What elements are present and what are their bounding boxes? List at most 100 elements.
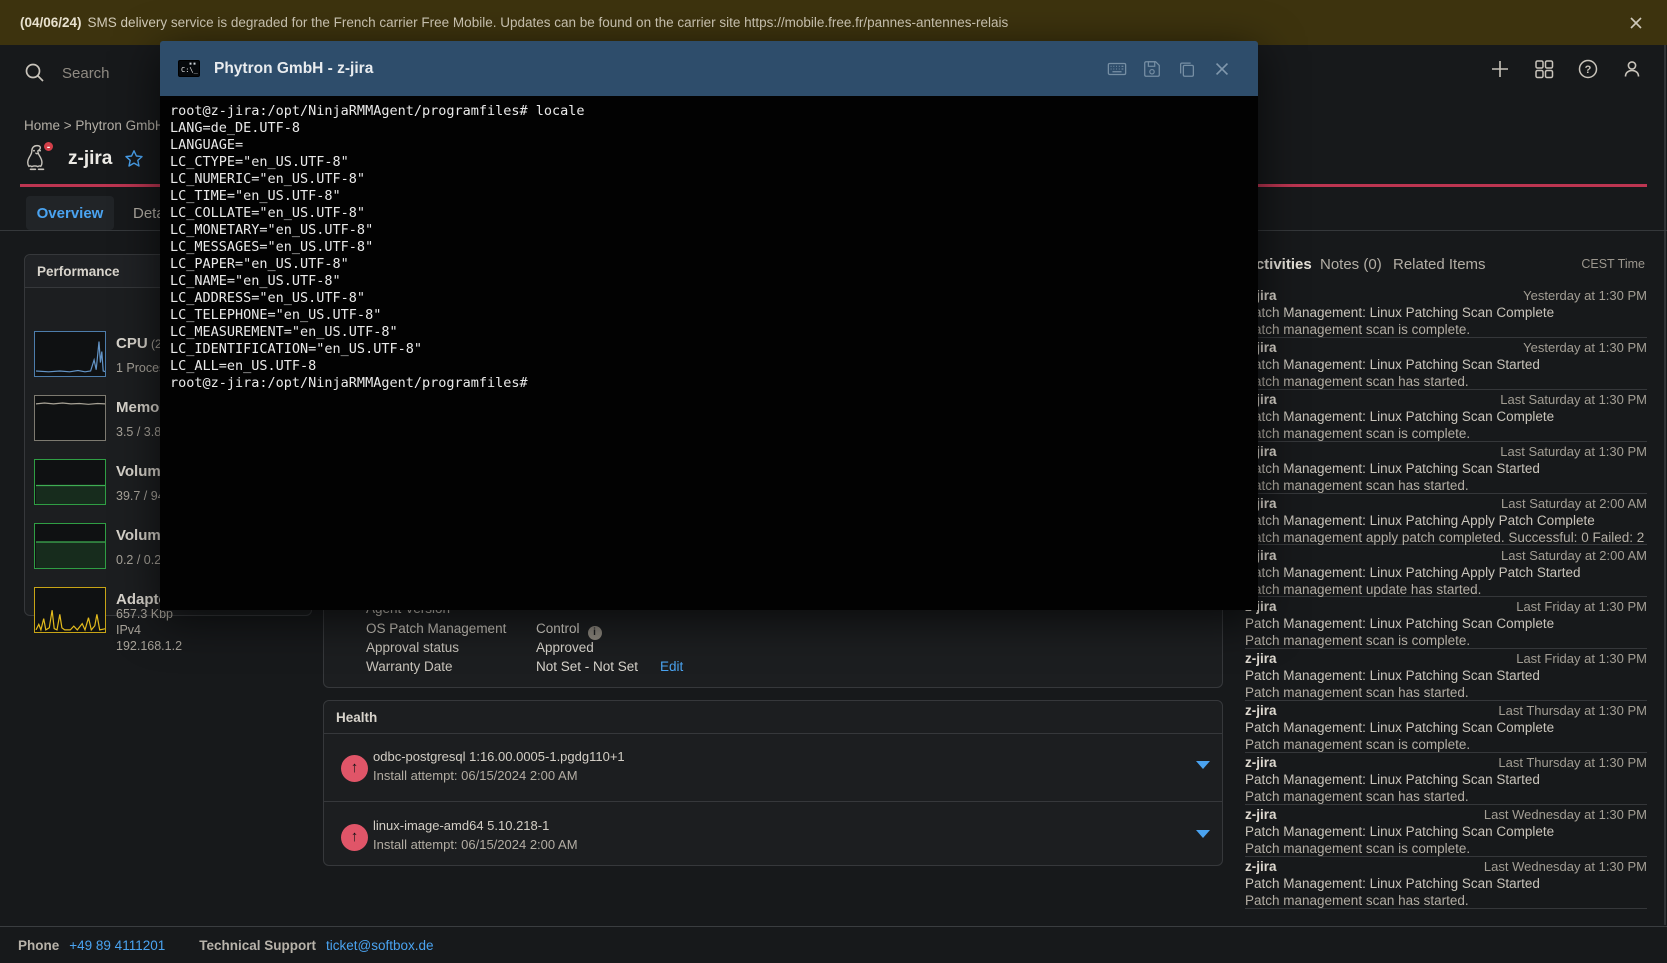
tab-related-items[interactable]: Related Items [1393,256,1486,273]
favorite-star-icon[interactable] [124,149,144,169]
activity-device-name: z-jira [1245,807,1277,822]
activity-entry: z-jiraLast Wednesday at 1:30 PMPatch Man… [1245,857,1647,909]
activity-timestamp: Last Thursday at 1:30 PM [1498,703,1647,718]
activity-entry-header: z-jiraLast Saturday at 1:30 PM [1245,444,1647,459]
activity-timestamp: Last Thursday at 1:30 PM [1498,755,1647,770]
activity-description: Patch management scan has started. [1245,685,1469,700]
search-input[interactable]: Search [24,60,110,86]
support-label: Technical Support [199,938,316,953]
terminal-title: Phytron GmbH - z-jira [214,60,373,78]
detail-value: Not Set - Not Set [536,659,638,674]
activity-device-name: z-jira [1245,703,1277,718]
activity-title: Patch Management: Linux Patching Apply P… [1245,565,1580,580]
detail-label: Approval status [366,640,536,655]
health-panel: Health ↑odbc-postgresql 1:16.00.0005-1.p… [323,700,1223,866]
activity-entry-header: z-jiraLast Saturday at 2:00 AM [1245,496,1647,511]
device-status-badge-icon: - [42,140,55,153]
activity-timestamp: Last Saturday at 2:00 AM [1501,496,1647,511]
activity-entry-header: z-jira Last Thursday at 1:30 PM [1245,703,1647,718]
apps-grid-icon[interactable] [1533,58,1555,80]
detail-value: Control [536,621,580,636]
activity-entry-header: z-jiraYesterday at 1:30 PM [1245,340,1647,355]
add-icon[interactable] [1489,58,1511,80]
save-icon[interactable] [1142,59,1162,79]
adapter-sparkline-chart [34,587,106,633]
activity-device-name: z-jira [1245,859,1277,874]
detail-value: Approved [536,640,594,655]
health-item-detail: Install attempt: 06/15/2024 2:00 AM [373,837,578,852]
activity-entry: z-jira Last Wednesday at 1:30 PM Patch Man… [1245,805,1647,857]
edit-link[interactable]: Edit [660,659,683,674]
device-header: - z-jira [24,143,144,175]
activity-timestamp: Last Friday at 1:30 PM [1516,599,1647,614]
health-item-detail: Install attempt: 06/15/2024 2:00 AM [373,768,578,783]
patch-alert-icon: ↑ [341,824,368,851]
detail-row-warranty-date: Warranty DateNot Set - Not Set Edit [366,659,683,674]
activity-timestamp: Last Wednesday at 1:30 PM [1484,859,1647,874]
chevron-down-icon[interactable] [1196,761,1210,769]
activity-description: Patch management scan has started. [1245,374,1469,389]
activity-description: Patch management scan is complete. [1245,737,1470,752]
activity-entry: z-jiraLast Thursday at 1:30 PMPatch Mana… [1245,753,1647,805]
keyboard-icon[interactable] [1107,59,1127,79]
activity-description: Patch management apply patch completed. … [1245,530,1644,545]
activity-description: Patch management scan is complete. [1245,841,1470,856]
activity-timestamp: Yesterday at 1:30 PM [1523,340,1647,355]
activity-entry: z-jiraLast Saturday at 1:30 PM Patch Mana… [1245,442,1647,494]
detail-label: OS Patch Management [366,621,536,636]
tab-notes[interactable]: Notes (0) [1320,256,1382,273]
activity-entry-header: z-jiraLast Saturday at 1:30 PM [1245,392,1647,407]
app-window: (04/06/24) SMS delivery service is degra… [0,0,1667,963]
health-item-name: linux-image-amd64 5.10.218-1 [373,818,549,833]
chevron-down-icon[interactable] [1196,830,1210,838]
footer: Phone +49 89 4111201 Technical Support t… [0,926,1667,963]
terminal-modal: ▪▪C:\_ Phytron GmbH - z-jira [160,41,1258,610]
activity-title: Patch Management: Linux Patching Scan St… [1245,461,1540,476]
detail-label: Warranty Date [366,659,536,674]
terminal-titlebar[interactable]: ▪▪C:\_ Phytron GmbH - z-jira [160,41,1258,96]
memory-sparkline-chart [34,395,106,441]
activity-entry: z-jiraLast Saturday at 1:30 PM Patch Mana… [1245,390,1647,442]
tab-overview[interactable]: Overview [26,196,114,230]
device-name: z-jira [68,148,112,170]
search-placeholder: Search [62,65,110,82]
help-icon[interactable]: ? [1577,58,1599,80]
activity-entry: z-jiraLast Saturday at 2:00 AMPatch Mana… [1245,546,1647,598]
activity-description: Patch management scan has started. [1245,893,1469,908]
activity-description: Patch management scan has started. [1245,789,1469,804]
notification-banner: (04/06/24) SMS delivery service is degra… [0,0,1667,45]
activity-device-name: z-jira [1245,651,1277,666]
terminal-close-icon[interactable] [1212,59,1232,79]
info-icon[interactable]: i [588,626,602,640]
volume-2-sparkline-chart [34,523,106,569]
terminal-body[interactable]: root@z-jira:/opt/NinjaRMMAgent/programfi… [160,96,1258,610]
activity-title: Patch Management: Linux Patching Scan Co… [1245,824,1554,839]
banner-message: SMS delivery service is degraded for the… [88,15,1009,30]
detail-row-approval-status: Approval statusApproved [366,640,594,655]
activity-title: Patch Management: Linux Patching Scan St… [1245,357,1540,372]
scrollbar[interactable] [1664,45,1666,925]
copy-icon[interactable] [1177,59,1197,79]
support-email-link[interactable]: ticket@softbox.de [326,938,434,953]
patch-alert-icon: ↑ [341,755,368,782]
user-icon[interactable] [1621,58,1643,80]
health-item[interactable]: ↑odbc-postgresql 1:16.00.0005-1.pgdg110+… [324,733,1222,801]
activity-timestamp: Last Wednesday at 1:30 PM [1484,807,1647,822]
breadcrumb[interactable]: Home > Phytron GmbH [24,118,165,133]
performance-item-detail: IPv4 [116,623,141,637]
activity-entry: z-jira Last Thursday at 1:30 PM Patch Mana… [1245,701,1647,753]
activity-title: Patch Management: Linux Patching Scan Co… [1245,616,1554,631]
activity-timestamp: Yesterday at 1:30 PM [1523,288,1647,303]
activity-title: Patch Management: Linux Patching Scan Co… [1245,305,1554,320]
banner-date: (04/06/24) [20,15,82,30]
cpu-sparkline-chart [34,331,106,377]
health-title: Health [324,701,1222,734]
activity-title: Patch Management: Linux Patching Scan Co… [1245,409,1554,424]
activity-entry-header: z-jiraLast Friday at 1:30 PM [1245,599,1647,614]
banner-close-icon[interactable] [1627,14,1645,32]
phone-link[interactable]: +49 89 4111201 [69,938,165,953]
activity-entry: z-jiraYesterday at 1:30 PM Patch Manageme… [1245,338,1647,390]
activity-title: Patch Management: Linux Patching Scan Co… [1245,720,1554,735]
activity-timestamp: Last Saturday at 1:30 PM [1500,444,1647,459]
health-item[interactable]: ↑ linux-image-amd64 5.10.218-1 Install att… [324,801,1222,866]
